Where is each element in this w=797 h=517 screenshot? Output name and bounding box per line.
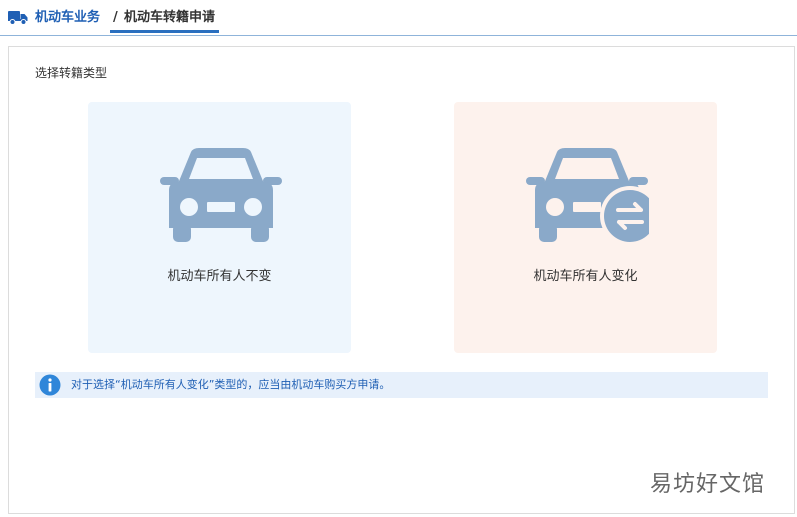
truck-icon <box>8 11 28 25</box>
car-icon <box>160 148 282 242</box>
page: 机动车业务 / 机动车转籍申请 选择转籍类型 机动车所有人不变 机动车所有人变化… <box>0 0 797 517</box>
main-panel: 选择转籍类型 机动车所有人不变 机动车所有人变化 对于选择“机动车所有人变化”类… <box>8 46 795 514</box>
car-transfer-icon <box>526 148 649 246</box>
breadcrumb: 机动车业务 / 机动车转籍申请 <box>0 0 797 36</box>
option-label: 机动车所有人变化 <box>533 269 638 284</box>
info-notice: 对于选择“机动车所有人变化”类型的，应当由机动车购买方申请。 <box>35 372 768 398</box>
info-icon <box>39 374 61 396</box>
breadcrumb-separator: / <box>113 10 118 25</box>
breadcrumb-active-underline <box>110 30 219 33</box>
watermark: 易坊好文馆 <box>650 472 766 497</box>
breadcrumb-root-link[interactable]: 机动车业务 <box>35 9 100 26</box>
section-title: 选择转籍类型 <box>35 66 108 80</box>
option-card-owner-unchanged[interactable]: 机动车所有人不变 <box>88 102 351 353</box>
option-card-owner-changed[interactable]: 机动车所有人变化 <box>454 102 717 353</box>
option-label: 机动车所有人不变 <box>167 269 272 284</box>
breadcrumb-current: 机动车转籍申请 <box>124 10 216 25</box>
notice-text: 对于选择“机动车所有人变化”类型的，应当由机动车购买方申请。 <box>71 378 391 391</box>
